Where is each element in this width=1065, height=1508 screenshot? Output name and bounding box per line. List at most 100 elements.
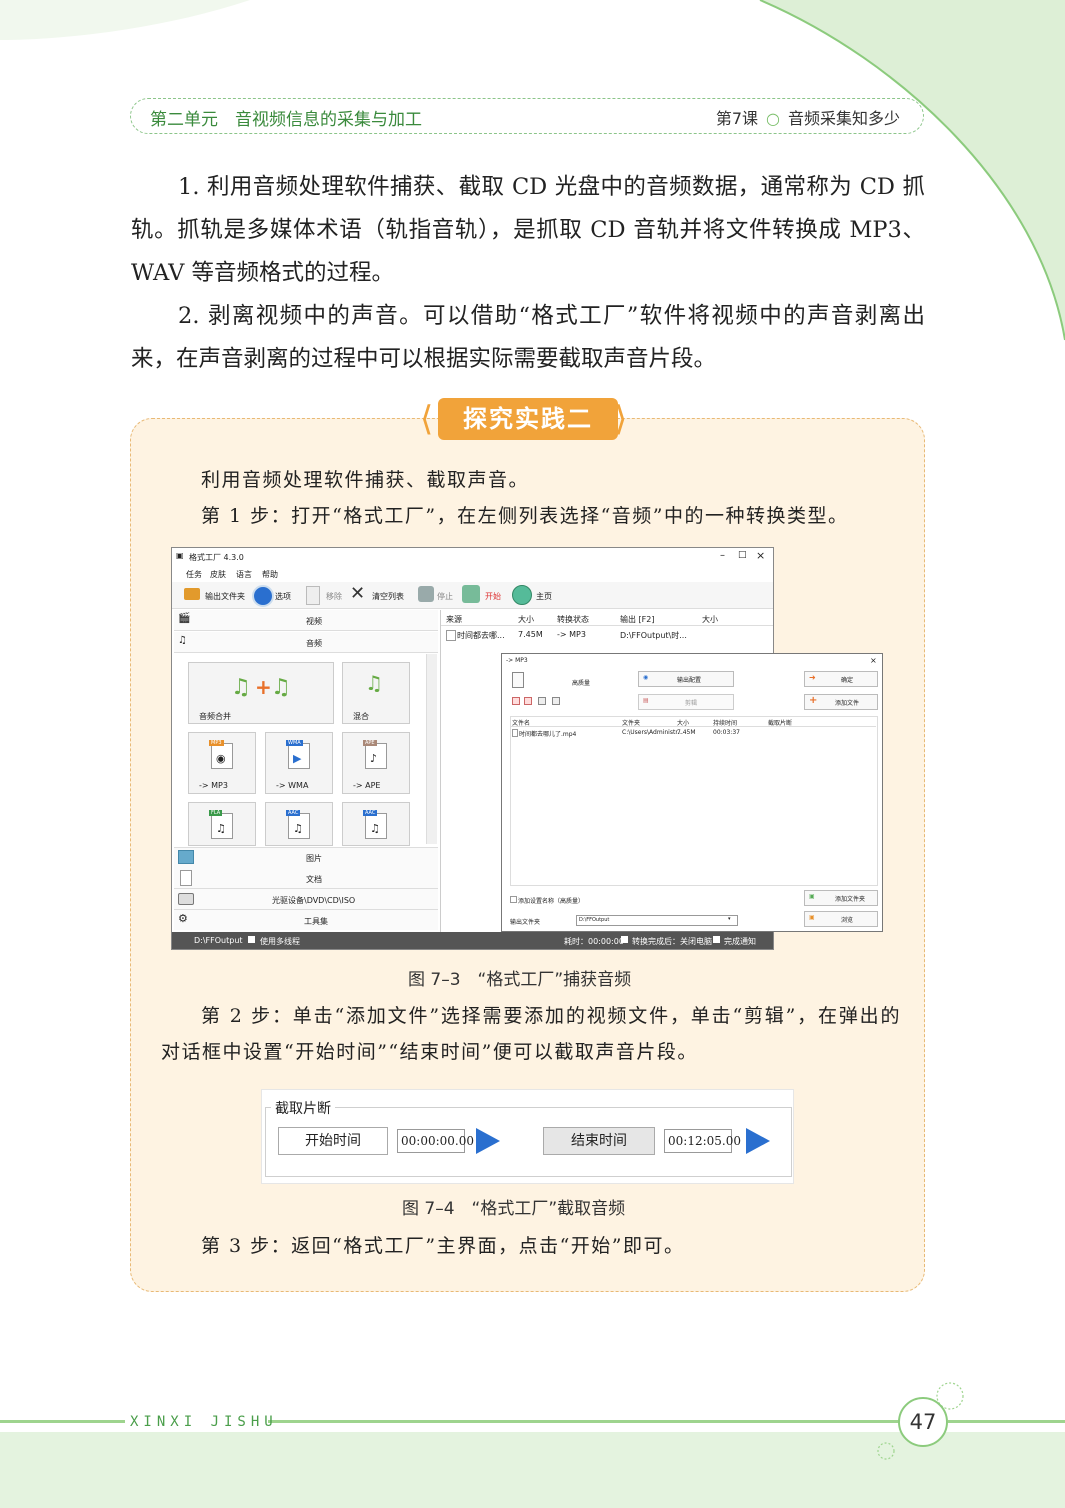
notify-checkbox[interactable] <box>713 936 720 943</box>
toolbar-icon-2[interactable] <box>524 697 532 705</box>
menu-skin[interactable]: 皮肤 <box>210 569 226 580</box>
col-source[interactable]: 来源 <box>446 614 462 625</box>
practice-intro: 利用音频处理软件捕获、截取声音。 <box>201 469 530 491</box>
folder-icon <box>184 588 200 600</box>
start-time-input[interactable]: 00:00:00.00 <box>397 1129 474 1153</box>
start-time-button[interactable]: 开始时间 <box>278 1127 388 1155</box>
figure-7-3-caption: 图 7–3 “格式工厂”捕获音频 <box>408 970 632 990</box>
shutdown-checkbox[interactable] <box>621 936 628 943</box>
tile-to-flac[interactable]: FLA ♫ <box>188 802 256 846</box>
category-video[interactable]: 视频 <box>306 616 322 627</box>
dlg-col-size[interactable]: 大小 <box>677 718 689 727</box>
toolbar-clear-list[interactable]: 清空列表 <box>372 591 404 602</box>
setting-name-label: 添加设置名称（高质量） <box>518 898 585 905</box>
toolbar-stop[interactable]: 停止 <box>437 591 453 602</box>
toolbar-icon-1[interactable] <box>512 697 520 705</box>
end-time-button[interactable]: 结束时间 <box>543 1127 655 1155</box>
status-shutdown: 转换完成后：关闭电脑 <box>632 937 712 946</box>
add-file-button[interactable]: + 添加文件 <box>804 694 878 710</box>
col-size[interactable]: 大小 <box>518 614 534 625</box>
col-status[interactable]: 转换状态 <box>557 614 589 625</box>
paragraph-1: 1. 利用音频处理软件捕获、截取 CD 光盘中的音频数据，通常称为 CD 抓轨。… <box>131 174 925 286</box>
close-button[interactable]: × <box>756 549 765 562</box>
home-icon <box>512 585 532 605</box>
lesson-title: 音频采集知多少 <box>787 109 900 128</box>
menu-language[interactable]: 语言 <box>236 569 252 580</box>
unit-title: 第二单元 音视频信息的采集与加工 <box>150 110 422 130</box>
category-document[interactable]: 文档 <box>306 874 322 885</box>
step-3: 第 3 步：返回“格式工厂”主界面，点击“开始”即可。 <box>201 1235 685 1257</box>
remove-icon <box>306 586 320 605</box>
tile-to-ape[interactable]: APE ♪ -> APE <box>342 732 410 794</box>
app-icon: ▣ <box>176 551 184 560</box>
dlg-col-filename[interactable]: 文件名 <box>512 718 530 727</box>
toolbar-start[interactable]: 开始 <box>485 591 501 602</box>
row-status: -> MP3 <box>557 630 586 639</box>
mp3-dialog: -> MP3 × 高质量 ◉ 输出配置 ➜ 确定 ▤ 剪辑 + 添加文件 文件名… <box>501 653 883 932</box>
quality-label: 高质量 <box>572 680 591 687</box>
toolbar-home[interactable]: 主页 <box>536 591 552 602</box>
toolbar-output-folder[interactable]: 输出文件夹 <box>205 591 245 602</box>
clip-title: 截取片断 <box>271 1098 335 1118</box>
status-multithread: 使用多线程 <box>260 937 300 946</box>
tile-audio-merge[interactable]: ♫ + ♫ 音频合并 <box>188 662 334 724</box>
dialog-close-button[interactable]: × <box>870 656 877 665</box>
end-time-input[interactable]: 00:12:05.00 <box>664 1129 741 1153</box>
add-folder-button[interactable]: ▣ 添加文件夹 <box>804 890 878 906</box>
tile-to-aac[interactable]: AAC ♫ <box>265 802 333 846</box>
tiles-scrollbar[interactable] <box>426 654 437 844</box>
clip-button[interactable]: ▤ 剪辑 <box>638 694 734 710</box>
dlg-col-duration[interactable]: 持续时间 <box>713 718 737 727</box>
tile-mix[interactable]: ♫ 混合 <box>342 662 410 724</box>
col-output-size[interactable]: 大小 <box>702 614 718 625</box>
status-elapsed: 耗时：00:00:00 <box>564 937 624 946</box>
menu-task[interactable]: 任务 <box>186 569 202 580</box>
dlg-col-clip[interactable]: 截取片断 <box>768 718 792 727</box>
setting-name-checkbox[interactable] <box>510 896 517 903</box>
dlg-col-folder[interactable]: 文件夹 <box>622 718 640 727</box>
category-disc[interactable]: 光驱设备\DVD\CD\ISO <box>272 895 355 906</box>
toolbar-remove[interactable]: 移除 <box>326 591 342 602</box>
play-start-icon[interactable] <box>476 1128 500 1154</box>
file-icon <box>446 630 456 641</box>
start-icon <box>462 585 480 603</box>
ok-button[interactable]: ➜ 确定 <box>804 671 878 687</box>
figure-7-4-caption: 图 7–4 “格式工厂”截取音频 <box>402 1199 626 1219</box>
chevron-right-icon: ⟩ <box>614 399 628 439</box>
menu-help[interactable]: 帮助 <box>262 569 278 580</box>
video-icon: 🎬 <box>178 613 191 624</box>
category-tools[interactable]: 工具集 <box>304 916 328 927</box>
video-file-icon <box>512 729 518 737</box>
dialog-title: -> MP3 <box>506 657 528 664</box>
multithread-checkbox[interactable] <box>248 936 255 943</box>
maximize-button[interactable]: □ <box>738 550 747 560</box>
col-output[interactable]: 输出 [F2] <box>620 614 654 625</box>
dlg-row-folder: C:\Users\Administr... <box>622 729 683 736</box>
audio-icon: ♫ <box>178 635 187 646</box>
minimize-button[interactable]: – <box>720 550 725 561</box>
category-audio[interactable]: 音频 <box>306 638 322 649</box>
category-picture[interactable]: 图片 <box>306 853 322 864</box>
output-folder-select[interactable]: D:\FFOutput ▾ <box>576 915 738 926</box>
picture-icon <box>178 850 194 864</box>
browse-button[interactable]: ▣ 浏览 <box>804 911 878 927</box>
row-source: 时间都去哪... <box>457 631 505 640</box>
toolbar-icon-4[interactable] <box>552 697 560 705</box>
disc-drive-icon <box>178 893 194 905</box>
tile-to-wma[interactable]: WMA ▶ -> WMA <box>265 732 333 794</box>
tile-to-mp3[interactable]: MP3 ◉ -> MP3 <box>188 732 256 794</box>
document-icon <box>180 870 192 886</box>
toolbar-options[interactable]: 选项 <box>275 591 291 602</box>
clear-icon: ✕ <box>350 583 366 604</box>
dlg-row-filename: 时间都去哪儿了.mp4 <box>519 731 577 738</box>
lesson-number: 第7课 <box>715 109 759 128</box>
tile-to-aac-2[interactable]: AAC ♫ <box>342 802 410 846</box>
footer-text: XINXI JISHU <box>130 1414 278 1430</box>
step-2: 第 2 步：单击“添加文件”选择需要添加的视频文件，单击“剪辑”，在弹出的对话框… <box>161 1005 901 1063</box>
page-number: 47 <box>898 1397 948 1447</box>
play-end-icon[interactable] <box>746 1128 770 1154</box>
practice-title: 探究实践二 <box>438 398 618 440</box>
toolbar-icon-3[interactable] <box>538 697 546 705</box>
output-settings-button[interactable]: ◉ 输出配置 <box>638 671 734 687</box>
lesson-label: 第7课 ○ 音频采集知多少 <box>716 105 900 129</box>
